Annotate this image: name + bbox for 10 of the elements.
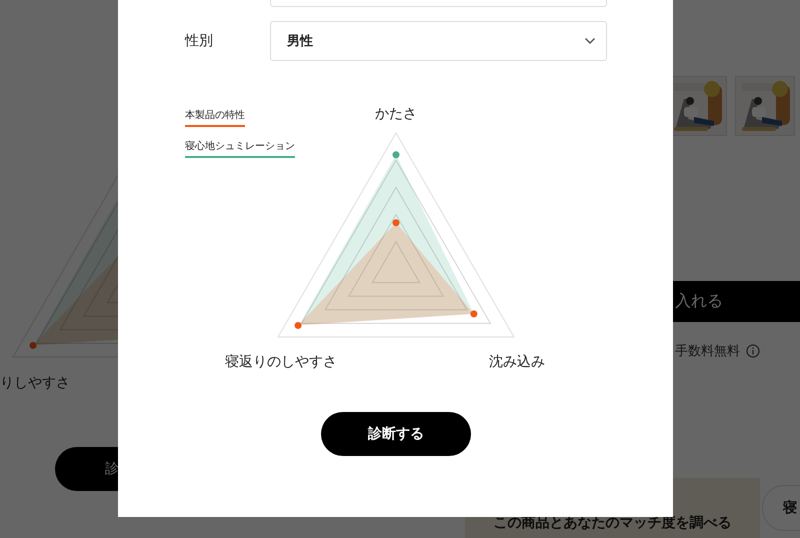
axis-label: 沈み込み bbox=[489, 353, 545, 371]
legend-item: 本製品の特性 bbox=[185, 108, 245, 127]
fee-note: 手数料無料 bbox=[675, 343, 740, 360]
axis-label: 寝返りのしやすさ bbox=[225, 353, 337, 371]
axis-label: かたさ bbox=[375, 105, 417, 123]
legend-item: 寝心地シュミレーション bbox=[185, 139, 295, 158]
diagnose-button[interactable]: 診断する bbox=[321, 412, 471, 456]
field-label: 性別 bbox=[185, 32, 214, 50]
gender-select[interactable]: 男性 bbox=[270, 21, 607, 61]
axis-label: りしやすさ bbox=[0, 374, 70, 392]
